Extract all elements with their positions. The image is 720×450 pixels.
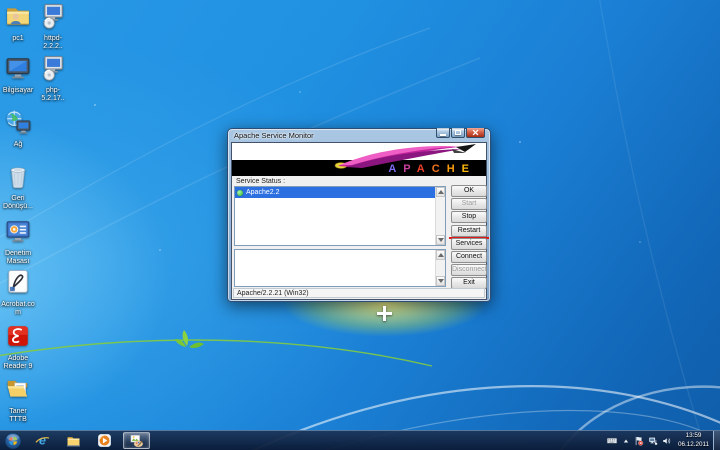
service-name: Apache2.2	[246, 189, 279, 196]
log-box[interactable]	[234, 249, 446, 287]
taskbar-items	[0, 431, 150, 450]
desktop: pc1httpd-2.2.2.. Bilgisayarphp-5.2.17.. Ağ…	[0, 0, 720, 450]
connect-button[interactable]: Connect	[451, 251, 487, 263]
desktop-icon-ag[interactable]: Ağ	[1, 109, 35, 149]
taskbar-media-player[interactable]	[92, 431, 116, 450]
taskbar-windows-explorer[interactable]	[61, 431, 85, 450]
desktop-icon-php-installer[interactable]: php-5.2.17..	[36, 55, 70, 103]
taskbar-clock[interactable]: 13:59 06.12.2011	[678, 432, 709, 448]
tray-keyboard[interactable]	[606, 435, 618, 446]
desktop-icon-httpd-installer[interactable]: httpd-2.2.2..	[36, 3, 70, 51]
control-panel-icon	[5, 218, 31, 244]
start-icon	[4, 432, 22, 450]
network-icon	[5, 109, 31, 135]
acrobat-icon	[5, 269, 31, 295]
desktop-icon-label: Bilgisayar	[1, 87, 35, 95]
desktop-icons: pc1httpd-2.2.2.. Bilgisayarphp-5.2.17.. Ağ…	[0, 0, 80, 430]
network-status-icon	[648, 436, 658, 446]
tray-action-center[interactable]	[634, 436, 644, 446]
desktop-icon-label: Taner TTTB	[1, 408, 35, 424]
installer-icon	[40, 55, 66, 81]
service-list[interactable]: Apache2.2	[234, 186, 446, 246]
service-list-scrollbar[interactable]	[435, 187, 445, 245]
desktop-icon-label: Ağ	[1, 141, 35, 149]
status-bar: Apache/2.2.21 (Win32)	[233, 288, 485, 298]
desktop-icon-label: Geri Dönüşü...	[1, 195, 35, 211]
close-button[interactable]	[466, 128, 485, 138]
stop-button[interactable]: Stop	[451, 211, 487, 223]
taskbar: 13:59 06.12.2011	[0, 430, 720, 450]
close-icon	[472, 129, 479, 136]
scroll-down-icon[interactable]	[436, 235, 445, 245]
desktop-icon-taner-tttb[interactable]: Taner TTTB	[1, 376, 35, 424]
scroll-up-icon[interactable]	[436, 250, 445, 260]
folder-open-icon	[5, 376, 31, 402]
scroll-up-icon[interactable]	[436, 187, 445, 197]
internet-explorer-icon	[35, 433, 50, 448]
taskbar-paint[interactable]	[123, 432, 150, 449]
apache-banner: APACHE	[232, 143, 486, 176]
service-running-icon	[237, 190, 243, 196]
folder-shared-icon	[5, 3, 31, 29]
desktop-icon-label: httpd-2.2.2..	[36, 35, 70, 51]
log-box-scrollbar[interactable]	[435, 250, 445, 286]
media-player-icon	[97, 433, 112, 448]
taskbar-start[interactable]	[3, 431, 23, 450]
desktop-icon-bilgisayar[interactable]: Bilgisayar	[1, 55, 35, 95]
service-row-Apache2.2[interactable]: Apache2.2	[235, 187, 435, 198]
clock-date: 06.12.2011	[678, 441, 709, 449]
paint-icon	[129, 433, 144, 448]
service-rows: Apache2.2	[235, 187, 445, 198]
installer-icon	[40, 3, 66, 29]
volume-icon	[662, 436, 672, 446]
desktop-icon-adobe-reader-9[interactable]: Adobe Reader 9	[1, 323, 35, 371]
show-desktop-button[interactable]	[713, 431, 720, 450]
desktop-icon-label: Denetim Masası	[1, 250, 35, 266]
computer-icon	[5, 55, 31, 81]
window-titlebar[interactable]: Apache Service Monitor	[228, 129, 490, 142]
window-content: APACHE Service Status : Apache2.2 OKStar…	[231, 142, 487, 300]
window-title: Apache Service Monitor	[234, 131, 314, 140]
windows-explorer-icon	[66, 433, 81, 448]
start-button[interactable]: Start	[451, 198, 487, 210]
desktop-icon-label: php-5.2.17..	[36, 87, 70, 103]
show-hidden-icons-icon	[622, 437, 630, 445]
apache-service-monitor-window: Apache Service Monitor	[227, 128, 491, 302]
desktop-icon-pc1[interactable]: pc1	[1, 3, 35, 43]
status-bar-text: Apache/2.2.21 (Win32)	[237, 290, 309, 297]
services-button[interactable]: Services	[451, 238, 487, 250]
window-buttons: OKStartStop RestartServicesConnectDisconn…	[451, 185, 487, 291]
action-center-icon	[634, 436, 644, 446]
clock-time: 13:59	[678, 432, 709, 440]
desktop-icon-label: Acrobat.com	[1, 301, 35, 317]
tray-show-hidden-icons[interactable]	[622, 437, 630, 445]
apache-logo-text: APACHE	[388, 164, 476, 175]
system-tray	[606, 435, 672, 446]
service-status-label: Service Status :	[236, 178, 285, 185]
scroll-down-icon[interactable]	[436, 276, 445, 286]
disconnect-button[interactable]: Disconnect	[451, 264, 487, 276]
desktop-icon-denetim-masasi[interactable]: Denetim Masası	[1, 218, 35, 266]
maximize-button[interactable]	[451, 128, 465, 138]
mouse-cursor	[377, 306, 392, 321]
adobe-reader-icon	[5, 323, 31, 349]
tray-network-status[interactable]	[648, 436, 658, 446]
desktop-icon-acrobat-com[interactable]: Acrobat.com	[1, 269, 35, 317]
keyboard-icon	[606, 435, 618, 446]
ok-button[interactable]: OK	[451, 185, 487, 197]
desktop-icon-label: pc1	[1, 35, 35, 43]
tray-volume[interactable]	[662, 436, 672, 446]
taskbar-right: 13:59 06.12.2011	[606, 431, 720, 450]
caption-buttons	[435, 128, 485, 138]
minimize-button[interactable]	[436, 128, 450, 138]
taskbar-internet-explorer[interactable]	[30, 431, 54, 450]
recycle-bin-icon	[5, 163, 31, 189]
desktop-icon-geri-donusum[interactable]: Geri Dönüşü...	[1, 163, 35, 211]
restart-button[interactable]: Restart	[451, 225, 487, 237]
desktop-icon-label: Adobe Reader 9	[1, 355, 35, 371]
